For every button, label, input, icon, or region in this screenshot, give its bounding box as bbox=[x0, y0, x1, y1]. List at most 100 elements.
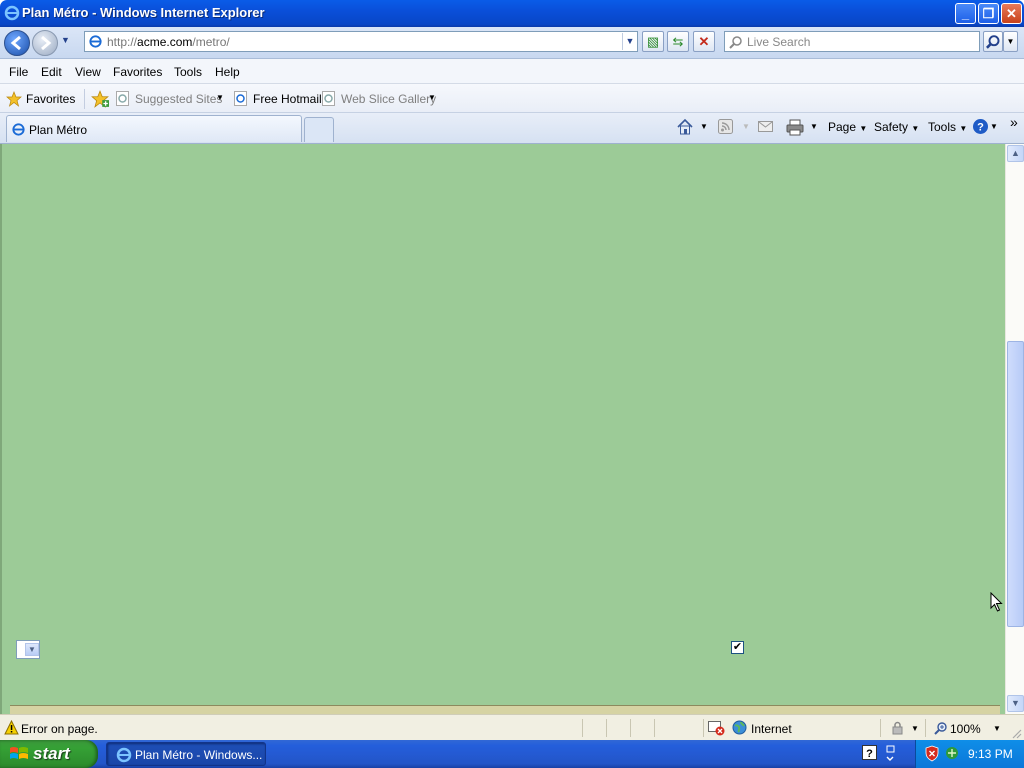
forward-arrow-icon bbox=[41, 35, 52, 51]
favbar-divider bbox=[84, 89, 85, 109]
safety-menu-button[interactable]: Safety ▼ bbox=[874, 120, 919, 134]
page-checkbox[interactable]: ✔ bbox=[731, 641, 744, 654]
print-dropdown-icon[interactable]: ▼ bbox=[810, 122, 818, 131]
favorites-star-icon bbox=[6, 91, 22, 107]
menu-tools[interactable]: Tools bbox=[174, 65, 202, 79]
tab-plan-metro[interactable]: Plan Métro bbox=[6, 115, 302, 142]
ie-page-icon bbox=[116, 91, 130, 106]
resize-grip-icon[interactable] bbox=[1011, 728, 1022, 739]
protected-mode-lock-icon[interactable] bbox=[890, 721, 906, 735]
feeds-dropdown-icon: ▼ bbox=[742, 122, 750, 131]
mouse-cursor-icon bbox=[990, 592, 1003, 613]
network-tray-icon[interactable] bbox=[944, 745, 960, 762]
page-menu-label: Page bbox=[828, 120, 857, 134]
scroll-down-button[interactable]: ▼ bbox=[1007, 695, 1024, 712]
tools-menu-button[interactable]: Tools ▼ bbox=[928, 120, 967, 134]
system-tray: 9:13 PM bbox=[915, 740, 1024, 768]
command-bar-overflow-button[interactable]: » bbox=[1010, 114, 1018, 130]
refresh-button[interactable]: ⇆ bbox=[667, 31, 689, 52]
clock[interactable]: 9:13 PM bbox=[968, 747, 1013, 761]
status-divider bbox=[925, 719, 926, 737]
favbar-item-suggested-sites[interactable]: Suggested Sites ▼ bbox=[116, 90, 228, 108]
start-label: start bbox=[33, 744, 70, 763]
ie-page-icon bbox=[234, 91, 248, 106]
tab-label: Plan Métro bbox=[29, 123, 88, 137]
favbar-item-label: Web Slice Gallery bbox=[341, 92, 437, 106]
menu-help[interactable]: Help bbox=[215, 65, 240, 79]
ie-logo-icon bbox=[4, 5, 20, 21]
zone-label: Internet bbox=[751, 722, 792, 736]
safety-menu-label: Safety bbox=[874, 120, 909, 134]
search-icon bbox=[729, 35, 743, 49]
menu-bar: File Edit View Favorites Tools Help bbox=[0, 59, 1024, 84]
warning-icon[interactable] bbox=[4, 720, 19, 735]
address-field[interactable]: http://acme.com/metro/ ▼ bbox=[84, 31, 638, 52]
search-placeholder: Live Search bbox=[747, 35, 811, 49]
home-dropdown-icon[interactable]: ▼ bbox=[700, 122, 708, 131]
compatibility-view-button[interactable]: ▧ bbox=[642, 31, 664, 52]
page-select-dropdown[interactable]: ▼ bbox=[16, 640, 40, 659]
minimize-button[interactable]: _ bbox=[955, 3, 976, 24]
help-dropdown-icon[interactable]: ▼ bbox=[990, 122, 998, 131]
back-button[interactable] bbox=[4, 30, 30, 56]
favorites-bar: Favorites Suggested Sites ▼ Free Hotmail… bbox=[0, 84, 1024, 113]
zoom-level[interactable]: 100% bbox=[950, 722, 981, 736]
new-tab-button[interactable] bbox=[304, 117, 334, 142]
page-content-area[interactable]: ▼ ✔ bbox=[0, 144, 1005, 714]
help-tray-icon[interactable]: ? bbox=[862, 745, 878, 761]
favbar-item-label: Suggested Sites bbox=[135, 92, 223, 106]
search-go-button[interactable] bbox=[983, 31, 1003, 52]
tools-menu-label: Tools bbox=[928, 120, 957, 134]
taskbar-item-ie-window[interactable]: Plan Métro - Windows... bbox=[106, 742, 266, 766]
feeds-icon[interactable] bbox=[718, 119, 734, 135]
status-divider bbox=[582, 719, 583, 737]
security-center-shield-icon[interactable] bbox=[924, 745, 940, 762]
status-bar: Error on page. Internet ▼ 100% ▼ bbox=[0, 714, 1024, 740]
address-toolbar: ▼ http://acme.com/metro/ ▼ ▧ ⇆ ✕ Live Se… bbox=[0, 27, 1024, 59]
favbar-item-web-slice-gallery[interactable]: Web Slice Gallery ▼ bbox=[322, 90, 438, 108]
start-button[interactable]: start bbox=[0, 740, 98, 768]
status-message[interactable]: Error on page. bbox=[21, 722, 98, 736]
menu-file[interactable]: File bbox=[9, 65, 28, 79]
chevron-down-icon: ▼ bbox=[216, 93, 224, 102]
scroll-up-button[interactable]: ▲ bbox=[1007, 145, 1024, 162]
favbar-item-free-hotmail[interactable]: Free Hotmail bbox=[234, 90, 322, 108]
close-button[interactable]: ✕ bbox=[1001, 3, 1022, 24]
popup-blocked-icon[interactable] bbox=[708, 720, 725, 736]
bottom-panel bbox=[10, 705, 1000, 714]
favorites-label: Favorites bbox=[26, 92, 76, 106]
search-input[interactable]: Live Search bbox=[724, 31, 980, 52]
read-mail-icon[interactable] bbox=[758, 120, 774, 134]
status-divider bbox=[606, 719, 607, 737]
title-bar[interactable]: Plan Métro - Windows Internet Explorer _… bbox=[0, 0, 1024, 27]
restore-button[interactable]: ❐ bbox=[978, 3, 999, 24]
chevron-down-icon: ▼ bbox=[25, 643, 39, 656]
help-icon[interactable]: ? bbox=[972, 118, 989, 135]
favbar-item-label: Free Hotmail bbox=[253, 92, 322, 106]
zoom-dropdown-icon[interactable]: ▼ bbox=[993, 724, 1001, 733]
add-to-favorites-bar-icon[interactable] bbox=[91, 90, 109, 108]
menu-favorites[interactable]: Favorites bbox=[113, 65, 162, 79]
print-icon[interactable] bbox=[786, 119, 804, 136]
taskbar: start Plan Métro - Windows... ? 9:13 PM bbox=[0, 740, 1024, 768]
language-bar-restore-icon[interactable] bbox=[884, 744, 896, 764]
magnifier-icon bbox=[986, 35, 1000, 49]
status-divider bbox=[654, 719, 655, 737]
zoom-icon[interactable] bbox=[934, 721, 948, 735]
vertical-scrollbar[interactable]: ▲ ▼ bbox=[1005, 144, 1024, 714]
history-dropdown-icon[interactable]: ▼ bbox=[61, 35, 70, 45]
address-dropdown-icon[interactable]: ▼ bbox=[622, 33, 637, 50]
search-options-dropdown-icon[interactable]: ▼ bbox=[1003, 31, 1018, 52]
page-menu-button[interactable]: Page ▼ bbox=[828, 120, 867, 134]
ie-logo-icon bbox=[116, 747, 132, 763]
forward-button[interactable] bbox=[32, 30, 58, 56]
menu-edit[interactable]: Edit bbox=[41, 65, 62, 79]
stop-button[interactable]: ✕ bbox=[693, 31, 715, 52]
menu-view[interactable]: View bbox=[75, 65, 101, 79]
svg-text:?: ? bbox=[866, 748, 873, 760]
protected-mode-dropdown-icon[interactable]: ▼ bbox=[911, 724, 919, 733]
scroll-thumb[interactable] bbox=[1007, 341, 1024, 627]
svg-text:?: ? bbox=[977, 122, 984, 134]
home-icon[interactable] bbox=[676, 118, 694, 136]
status-divider bbox=[703, 719, 704, 737]
